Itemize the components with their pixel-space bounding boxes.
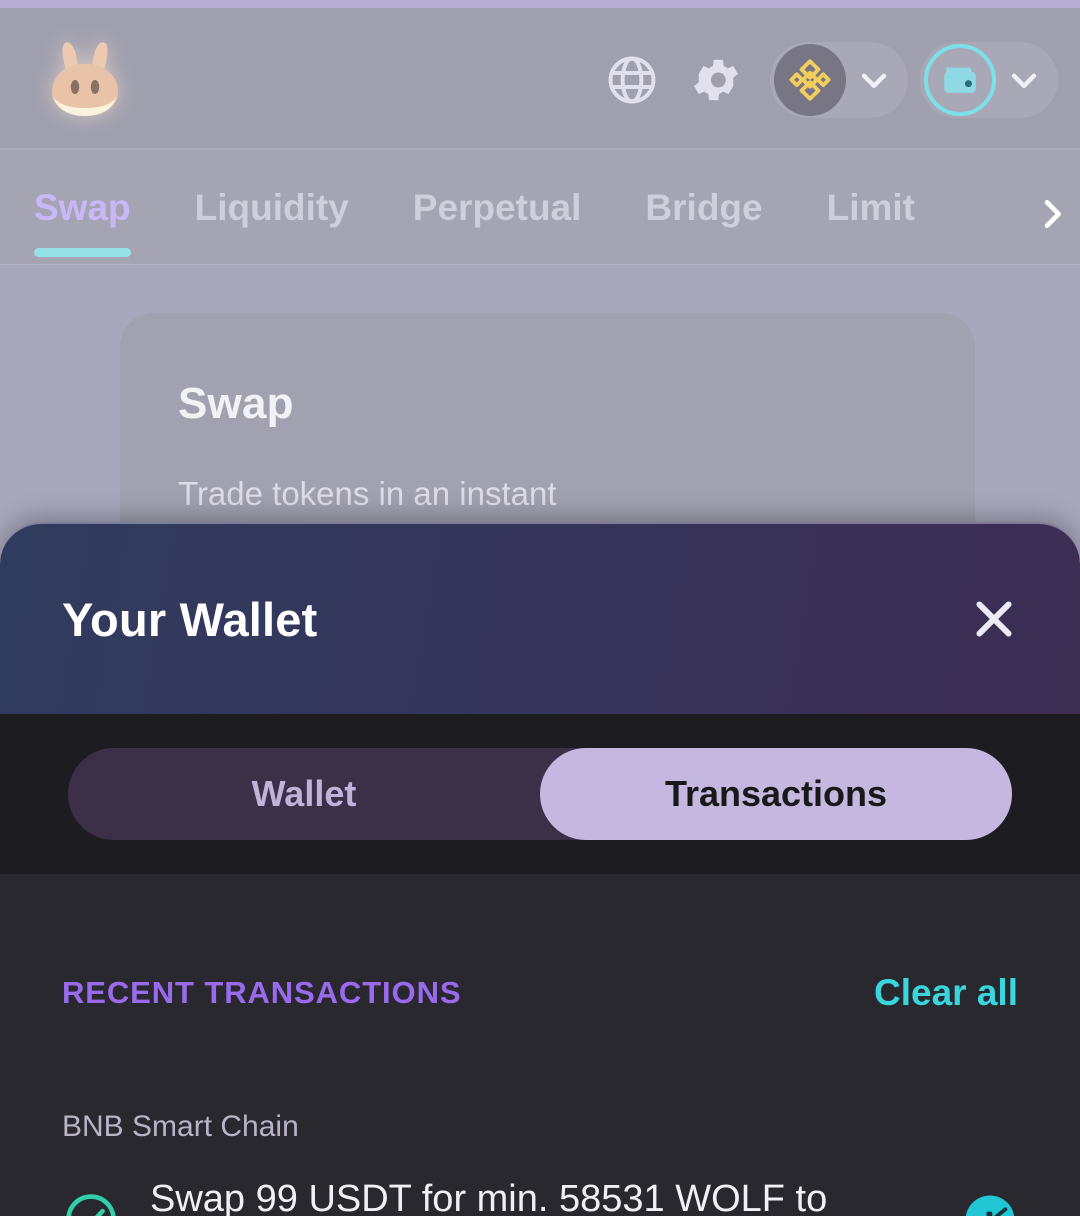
wallet-modal: Your Wallet Wallet Transactions RECENT T… [0, 522, 1080, 1216]
tab-transactions[interactable]: Transactions [540, 748, 1012, 840]
recent-transactions-title: RECENT TRANSACTIONS [62, 975, 462, 1010]
chevron-down-icon [861, 73, 887, 89]
nav-tab-limit[interactable]: Limit [795, 150, 947, 264]
gear-icon [694, 59, 738, 101]
wallet-chevron [996, 60, 1052, 100]
close-button[interactable] [956, 581, 1032, 657]
settings-button[interactable] [674, 35, 758, 125]
main-nav: Swap Liquidity Perpetual Bridge Limit [0, 150, 1080, 265]
nav-tab-label: Liquidity [194, 186, 349, 228]
tab-wallet-label: Wallet [251, 773, 357, 814]
bnb-chain-icon [789, 59, 831, 101]
site-header [0, 8, 1080, 149]
network-chevron [846, 60, 902, 100]
nav-tab-swap[interactable]: Swap [0, 150, 163, 264]
language-button[interactable] [590, 35, 674, 125]
nav-tab-label: Bridge [645, 186, 763, 228]
wallet-modal-title: Your Wallet [62, 592, 318, 646]
swap-card-title: Swap [178, 379, 294, 428]
tab-wallet[interactable]: Wallet [68, 748, 540, 840]
nav-tab-label: Limit [826, 186, 915, 228]
wallet-badge [924, 44, 996, 116]
nav-tab-perpetual[interactable]: Perpetual [381, 150, 614, 264]
chain-group-label: BNB Smart Chain [62, 1110, 299, 1143]
tab-transactions-label: Transactions [664, 773, 888, 814]
nav-tab-label: Perpetual [412, 186, 582, 228]
chevron-right-icon [1044, 200, 1061, 228]
nav-scroll-right-button[interactable] [1032, 194, 1072, 234]
app-root: Swap Liquidity Perpetual Bridge Limit Sw… [0, 0, 1080, 1216]
top-accent-strip [0, 0, 1080, 8]
wallet-modal-header: Your Wallet [0, 522, 1080, 714]
tx-description: Swap 99 USDT for min. 58531 WOLF to 0x6C… [150, 1178, 828, 1216]
transactions-panel: RECENT TRANSACTIONS Clear all BNB Smart … [0, 874, 1080, 1216]
bscscan-chart-icon [965, 1195, 1015, 1216]
rabbit-icon [52, 42, 118, 116]
close-icon [976, 601, 1012, 637]
wallet-selector[interactable] [920, 42, 1058, 118]
header-actions [590, 32, 1058, 128]
nav-tab-liquidity[interactable]: Liquidity [163, 150, 381, 264]
tx-status [62, 1174, 120, 1216]
nav-tab-label: Swap [34, 186, 131, 228]
wallet-icon [944, 67, 976, 93]
nav-tab-bridge[interactable]: Bridge [613, 150, 794, 264]
check-circle-icon [66, 1194, 116, 1216]
wallet-modal-toggle: Wallet Transactions [68, 748, 1012, 840]
pancakeswap-logo[interactable] [40, 30, 130, 126]
table-row[interactable]: Swap 99 USDT for min. 58531 WOLF to 0x6C… [62, 1174, 1018, 1216]
bnb-chain-badge [774, 44, 846, 116]
chevron-down-icon [1011, 73, 1037, 89]
clear-all-button[interactable]: Clear all [874, 972, 1018, 1014]
tx-explorer-link[interactable] [962, 1174, 1018, 1216]
transactions-section-head: RECENT TRANSACTIONS Clear all [62, 874, 1018, 1014]
globe-icon [608, 56, 656, 104]
wallet-modal-tabbar: Wallet Transactions [0, 714, 1080, 874]
network-selector[interactable] [770, 42, 908, 118]
swap-card-subtitle: Trade tokens in an instant [178, 475, 557, 512]
